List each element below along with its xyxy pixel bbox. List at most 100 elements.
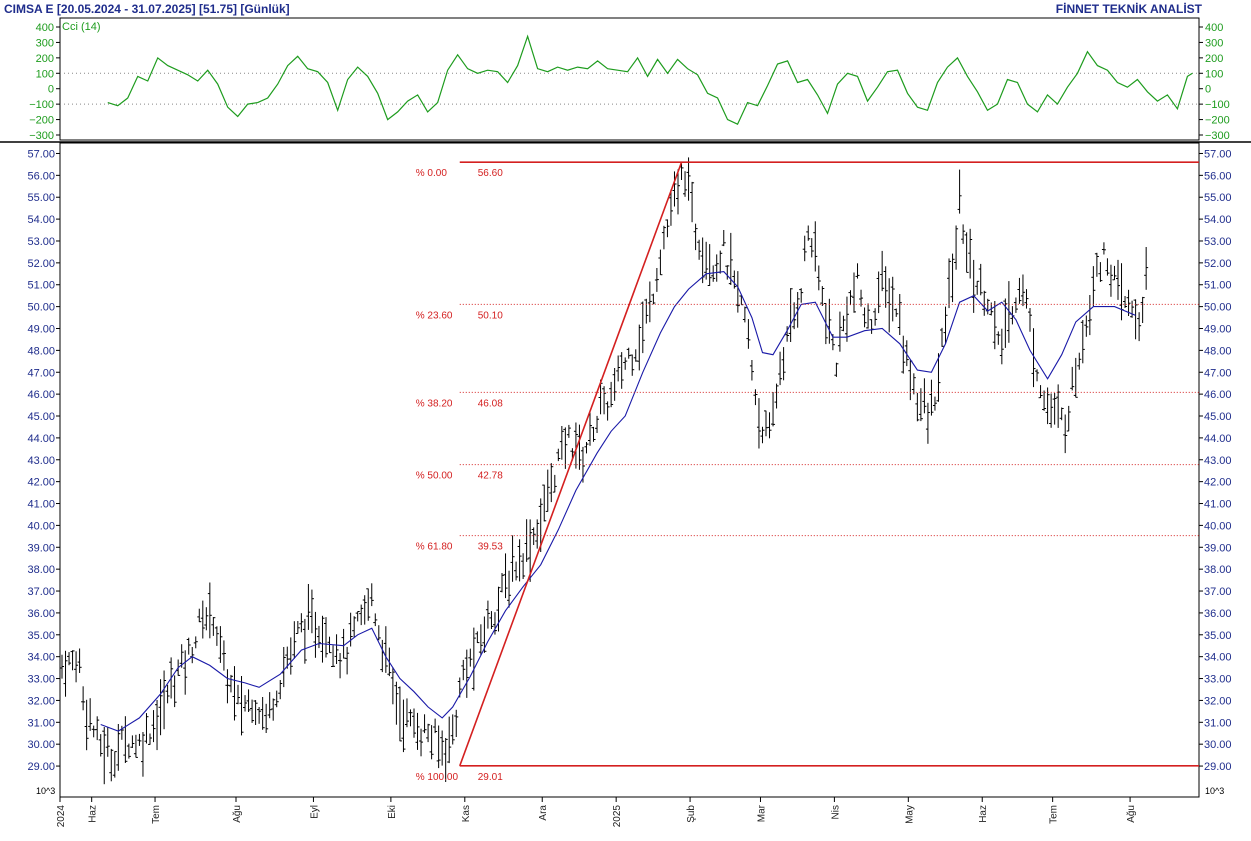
price-tick-label: 34.00 bbox=[1204, 652, 1232, 664]
price-tick-label: 33.00 bbox=[1204, 674, 1232, 686]
brand-label: FİNNET TEKNİK ANALİST bbox=[1056, 1, 1203, 16]
price-tick-label: 51.00 bbox=[1204, 280, 1232, 292]
cci-tick-label: −100 bbox=[29, 99, 54, 111]
x-tick-label: Eyl bbox=[309, 805, 320, 819]
price-tick-label: 42.00 bbox=[1204, 477, 1232, 489]
price-tick-label: 45.00 bbox=[1204, 411, 1232, 423]
fib-value-label: 46.08 bbox=[478, 398, 503, 409]
price-tick-label: 47.00 bbox=[1204, 367, 1232, 379]
x-tick-label: Ara bbox=[538, 805, 549, 821]
cci-tick-label: 200 bbox=[36, 53, 54, 65]
x-tick-label: Kas bbox=[461, 805, 472, 822]
price-tick-label: 29.00 bbox=[1204, 761, 1232, 773]
price-tick-label: 53.00 bbox=[27, 236, 55, 248]
price-tick-label: 40.00 bbox=[27, 520, 55, 532]
price-tick-label: 31.00 bbox=[1204, 717, 1232, 729]
price-tick-label: 46.00 bbox=[1204, 389, 1232, 401]
cci-panel bbox=[59, 17, 1200, 141]
price-tick-label: 41.00 bbox=[27, 499, 55, 511]
price-tick-label: 41.00 bbox=[1204, 499, 1232, 511]
cci-legend: Cci (14) bbox=[62, 21, 101, 33]
price-layer: % 0.00 56.60 % 23.60 50.10 % 38.20 46.08 % 50.… bbox=[60, 157, 1199, 785]
price-tick-label: 43.00 bbox=[27, 455, 55, 467]
cci-tick-label: 200 bbox=[1205, 53, 1223, 65]
price-tick-label: 37.00 bbox=[1204, 586, 1232, 598]
price-tick-label: 54.00 bbox=[1204, 214, 1232, 226]
fib-value-label: 39.53 bbox=[478, 542, 503, 553]
fib-value-label: 29.01 bbox=[478, 772, 503, 783]
cci-tick-label: 300 bbox=[36, 37, 54, 49]
x-tick-label: May bbox=[904, 805, 915, 824]
price-tick-label: 57.00 bbox=[27, 148, 55, 160]
fib-value-label: 50.10 bbox=[478, 310, 503, 321]
trend-line bbox=[459, 161, 683, 767]
price-tick-label: 57.00 bbox=[1204, 148, 1232, 160]
x-tick-label: Eki bbox=[387, 805, 398, 819]
cci-tick-label: 0 bbox=[48, 84, 54, 96]
chart-title: CIMSA E [20.05.2024 - 31.07.2025] [51.75… bbox=[4, 2, 290, 16]
x-tick-label: Tem bbox=[151, 805, 162, 824]
price-tick-label: 49.00 bbox=[27, 323, 55, 335]
price-tick-label: 55.00 bbox=[1204, 192, 1232, 204]
cci-layer bbox=[60, 34, 1199, 125]
x-tick-label: Haz bbox=[978, 805, 989, 823]
fib-percent-label: % 100.00 bbox=[416, 772, 459, 783]
price-tick-label: 56.00 bbox=[1204, 170, 1232, 182]
price-tick-label: 34.00 bbox=[27, 652, 55, 664]
price-tick-label: 50.00 bbox=[27, 302, 55, 314]
x-tick-label: Tem bbox=[1049, 805, 1060, 824]
cci-tick-label: 100 bbox=[1205, 68, 1223, 80]
price-tick-label: 44.00 bbox=[1204, 433, 1232, 445]
price-tick-label: 31.00 bbox=[27, 717, 55, 729]
price-tick-label: 29.00 bbox=[27, 761, 55, 773]
price-tick-label: 42.00 bbox=[27, 477, 55, 489]
price-tick-label: 44.00 bbox=[27, 433, 55, 445]
price-tick-label: 36.00 bbox=[27, 608, 55, 620]
x-tick-label: Nis bbox=[830, 805, 841, 819]
price-tick-label: 38.00 bbox=[27, 564, 55, 576]
price-tick-label: 33.00 bbox=[27, 674, 55, 686]
price-tick-label: 52.00 bbox=[27, 258, 55, 270]
cci-tick-label: −100 bbox=[1205, 99, 1230, 111]
moving-average-line bbox=[100, 271, 1136, 732]
x-tick-label: Ağu bbox=[1126, 805, 1137, 823]
price-tick-label: 35.00 bbox=[1204, 630, 1232, 642]
price-tick-label: 39.00 bbox=[27, 542, 55, 554]
price-tick-label: 49.00 bbox=[1204, 323, 1232, 335]
x-tick-label: 2025 bbox=[612, 805, 623, 828]
price-tick-label: 48.00 bbox=[1204, 345, 1232, 357]
cci-tick-label: 400 bbox=[36, 22, 54, 34]
price-tick-label: 48.00 bbox=[27, 345, 55, 357]
x-tick-label: Mar bbox=[756, 804, 767, 822]
cci-tick-label: 400 bbox=[1205, 22, 1223, 34]
x-tick-label: Ağu bbox=[232, 805, 243, 823]
cci-tick-label: −300 bbox=[1205, 130, 1230, 142]
price-tick-label: 30.00 bbox=[27, 739, 55, 751]
price-tick-label: 52.00 bbox=[1204, 258, 1232, 270]
unit-label-right: 10^3 bbox=[1205, 786, 1224, 796]
x-tick-label: Haz bbox=[88, 805, 99, 823]
price-tick-label: 43.00 bbox=[1204, 455, 1232, 467]
price-tick-label: 30.00 bbox=[1204, 739, 1232, 751]
fib-percent-label: % 0.00 bbox=[416, 168, 448, 179]
price-tick-label: 54.00 bbox=[27, 214, 55, 226]
price-tick-label: 36.00 bbox=[1204, 608, 1232, 620]
unit-label-left: 10^3 bbox=[36, 786, 55, 796]
cci-line bbox=[107, 34, 1193, 125]
chart-canvas: CIMSA E [20.05.2024 - 31.07.2025] [51.75… bbox=[0, 1, 1251, 828]
cci-tick-label: 100 bbox=[36, 68, 54, 80]
price-tick-label: 35.00 bbox=[27, 630, 55, 642]
price-tick-label: 55.00 bbox=[27, 192, 55, 204]
x-tick-label: 2024 bbox=[56, 805, 67, 828]
price-tick-label: 53.00 bbox=[1204, 236, 1232, 248]
fib-percent-label: % 50.00 bbox=[416, 471, 453, 482]
price-tick-label: 56.00 bbox=[27, 170, 55, 182]
cci-tick-label: −200 bbox=[1205, 115, 1230, 127]
cci-tick-label: −200 bbox=[29, 115, 54, 127]
fib-percent-label: % 61.80 bbox=[416, 542, 453, 553]
x-tick-label: Şub bbox=[686, 805, 697, 823]
fib-value-label: 56.60 bbox=[478, 168, 503, 179]
fib-percent-label: % 38.20 bbox=[416, 398, 453, 409]
price-tick-label: 45.00 bbox=[27, 411, 55, 423]
price-tick-label: 32.00 bbox=[27, 695, 55, 707]
